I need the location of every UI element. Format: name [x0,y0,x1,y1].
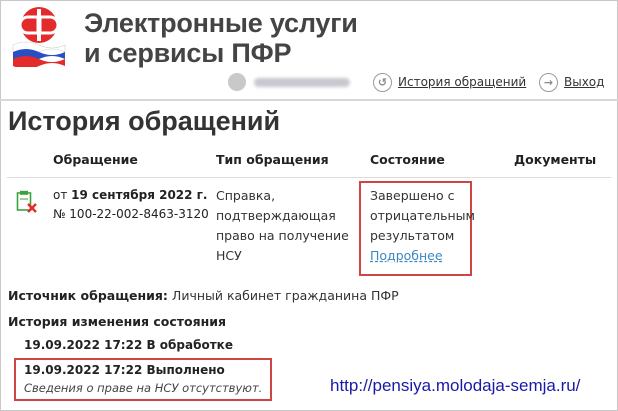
logout-link[interactable]: Выход [564,75,604,89]
brand-line-1: Электронные услуги [84,8,358,38]
request-number: № 100-22-002-8463-3120 [53,207,209,221]
user-profile[interactable] [228,72,350,92]
history-entry: 19.09.2022 17:22 В обработке [24,338,233,352]
request-type-line: право на получение [216,228,349,243]
request-type-line: подтверждающая [216,208,336,223]
status-line: отрицательным [370,208,475,223]
user-avatar-icon [228,73,246,91]
source-label: Источник обращения: [8,288,168,303]
request-cell: от 19 сентября 2022 г. № 100-22-002-8463… [53,186,209,224]
logout-icon: → [539,72,558,92]
history-entry-note: Сведения о праве на НСУ отсутствуют. [24,381,263,395]
column-header-request: Обращение [53,152,138,167]
column-header-type: Тип обращения [216,152,329,167]
request-type-line: НСУ [216,248,242,263]
details-link[interactable]: Подробнее [370,248,443,263]
table-header-divider [7,177,611,178]
logout-nav[interactable]: → Выход [539,72,604,92]
request-date-prefix: от [53,188,72,202]
brand-line-2: и сервисы ПФР [84,38,292,68]
user-name-redacted [254,77,350,87]
status-cell: Завершено с отрицательным результатом По… [370,186,475,266]
status-history-title: История изменения состояния [8,314,227,329]
document-rejected-icon [16,190,37,213]
site-brand[interactable]: Электронные услуги и сервисы ПФР [84,8,358,68]
history-nav[interactable]: ↺ История обращений [373,72,526,92]
column-header-documents: Документы [514,152,597,167]
header-divider [0,99,618,101]
request-type-line: Справка, [216,188,276,203]
source-value: Личный кабинет гражданина ПФР [171,288,399,303]
request-date-line: от 19 сентября 2022 г. [53,186,209,205]
column-header-status: Состояние [370,152,445,167]
status-line: Завершено с [370,188,455,203]
request-date: 19 сентября 2022 г. [71,188,208,202]
history-entry: 19.09.2022 17:22 Выполнено [24,363,225,377]
page-title: История обращений [8,106,281,136]
history-link[interactable]: История обращений [398,75,526,89]
history-icon: ↺ [373,72,392,92]
request-type-cell: Справка, подтверждающая право на получен… [216,186,351,266]
pfr-logo [12,7,66,67]
request-source: Источник обращения: Личный кабинет гражд… [8,288,399,303]
watermark-url: http://pensiya.molodaja-semja.ru/ [330,376,581,395]
status-line: результатом [370,228,455,243]
